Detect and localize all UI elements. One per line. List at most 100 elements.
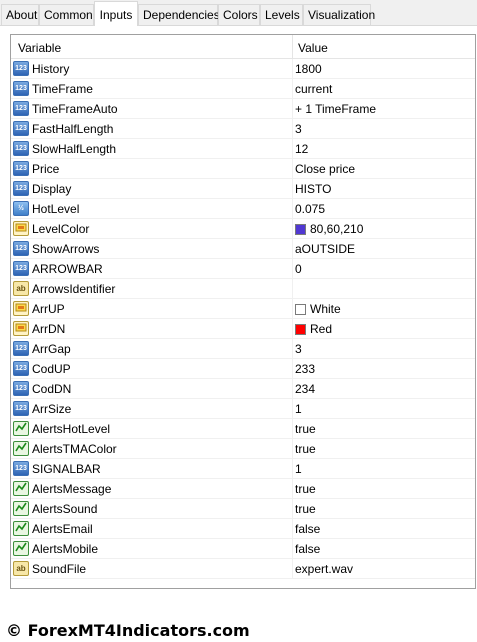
variable-name: AlertsTMAColor xyxy=(32,442,117,456)
column-divider[interactable] xyxy=(292,35,293,58)
value-text: 0 xyxy=(295,262,302,276)
table-row[interactable]: 123 FastHalfLength 3 xyxy=(11,119,475,139)
tab-levels[interactable]: Levels xyxy=(260,4,303,25)
variable-value[interactable]: true xyxy=(295,482,316,496)
table-row[interactable]: 123 History 1800 xyxy=(11,59,475,79)
cell-divider xyxy=(292,159,293,179)
variable-value[interactable]: expert.wav xyxy=(295,562,353,576)
table-row[interactable]: ArrDN Red xyxy=(11,319,475,339)
table-row[interactable]: ab ArrowsIdentifier xyxy=(11,279,475,299)
variable-value[interactable]: White xyxy=(295,302,341,316)
column-header-variable[interactable]: Variable xyxy=(18,41,61,55)
variable-value[interactable]: true xyxy=(295,422,316,436)
cell-divider xyxy=(292,339,293,359)
variable-value[interactable]: 80,60,210 xyxy=(295,222,363,236)
value-text: HISTO xyxy=(295,182,332,196)
boolean-icon xyxy=(13,421,29,436)
tab-visualization[interactable]: Visualization xyxy=(303,4,375,25)
variable-name: AlertsEmail xyxy=(32,522,93,536)
variable-value[interactable]: 12 xyxy=(295,142,308,156)
value-text: Red xyxy=(310,322,333,336)
variable-value[interactable]: 1 xyxy=(295,402,302,416)
table-row[interactable]: 123 Display HISTO xyxy=(11,179,475,199)
table-row[interactable]: 123 ArrGap 3 xyxy=(11,339,475,359)
integer-icon: 123 xyxy=(13,381,29,396)
variable-value[interactable]: 234 xyxy=(295,382,315,396)
value-text: 80,60,210 xyxy=(310,222,364,236)
table-row[interactable]: 123 ARROWBAR 0 xyxy=(11,259,475,279)
variable-value[interactable]: Red xyxy=(295,322,332,336)
boolean-icon xyxy=(13,541,29,556)
cell-divider xyxy=(292,279,293,299)
table-row[interactable]: ArrUP White xyxy=(11,299,475,319)
variable-value[interactable]: true xyxy=(295,442,316,456)
table-row[interactable]: AlertsHotLevel true xyxy=(11,419,475,439)
color-swatch[interactable] xyxy=(295,304,306,315)
cell-divider xyxy=(292,479,293,499)
color-swatch[interactable] xyxy=(295,224,306,235)
integer-icon: 123 xyxy=(13,161,29,176)
variable-value[interactable]: 1 xyxy=(295,462,302,476)
color-icon xyxy=(13,221,29,236)
variable-name: TimeFrameAuto xyxy=(32,102,118,116)
table-row[interactable]: AlertsMessage true xyxy=(11,479,475,499)
column-header-value[interactable]: Value xyxy=(298,41,328,55)
boolean-icon xyxy=(13,481,29,496)
value-text: expert.wav xyxy=(295,562,354,576)
table-row[interactable]: ab SoundFile expert.wav xyxy=(11,559,475,579)
tab-common[interactable]: Common xyxy=(39,4,94,25)
table-row[interactable]: 123 TimeFrame current xyxy=(11,79,475,99)
table-row[interactable]: AlertsTMAColor true xyxy=(11,439,475,459)
table-row[interactable]: AlertsEmail false xyxy=(11,519,475,539)
variable-value[interactable]: + 1 TimeFrame xyxy=(295,102,376,116)
tab-about[interactable]: About xyxy=(1,4,39,25)
table-row[interactable]: 123 CodUP 233 xyxy=(11,359,475,379)
variable-value[interactable]: HISTO xyxy=(295,182,331,196)
double-icon: ½ xyxy=(13,201,29,216)
table-row[interactable]: ½ HotLevel 0.075 xyxy=(11,199,475,219)
variable-name: AlertsHotLevel xyxy=(32,422,111,436)
watermark-text: © ForexMT4Indicators.com xyxy=(6,621,250,640)
variable-value[interactable]: 0.075 xyxy=(295,202,325,216)
variable-value[interactable]: false xyxy=(295,522,320,536)
table-row[interactable]: 123 TimeFrameAuto + 1 TimeFrame xyxy=(11,99,475,119)
integer-icon: 123 xyxy=(13,401,29,416)
cell-divider xyxy=(292,419,293,439)
table-row[interactable]: 123 Price Close price xyxy=(11,159,475,179)
color-swatch[interactable] xyxy=(295,324,306,335)
cell-divider xyxy=(292,119,293,139)
variable-value[interactable]: 233 xyxy=(295,362,315,376)
table-row[interactable]: AlertsSound true xyxy=(11,499,475,519)
table-row[interactable]: 123 ArrSize 1 xyxy=(11,399,475,419)
variable-value[interactable]: current xyxy=(295,82,332,96)
variable-name: Display xyxy=(32,182,72,196)
variable-value[interactable]: 0 xyxy=(295,262,302,276)
table-row[interactable]: 123 CodDN 234 xyxy=(11,379,475,399)
variable-value[interactable]: Close price xyxy=(295,162,355,176)
watermark-bar: © ForexMT4Indicators.com xyxy=(0,616,477,642)
cell-divider xyxy=(292,399,293,419)
cell-divider xyxy=(292,79,293,99)
variable-value[interactable]: true xyxy=(295,502,316,516)
table-row[interactable]: 123 SIGNALBAR 1 xyxy=(11,459,475,479)
boolean-icon xyxy=(13,501,29,516)
cell-divider xyxy=(292,219,293,239)
variable-value[interactable]: false xyxy=(295,542,320,556)
variable-value[interactable]: 3 xyxy=(295,342,302,356)
cell-divider xyxy=(292,459,293,479)
variable-value[interactable]: 1800 xyxy=(295,62,322,76)
variable-name: ShowArrows xyxy=(32,242,100,256)
variable-name: AlertsSound xyxy=(32,502,98,516)
table-row[interactable]: 123 SlowHalfLength 12 xyxy=(11,139,475,159)
table-row[interactable]: LevelColor 80,60,210 xyxy=(11,219,475,239)
cell-divider xyxy=(292,179,293,199)
tab-dependencies[interactable]: Dependencies xyxy=(138,4,220,25)
tab-inputs[interactable]: Inputs xyxy=(94,1,138,26)
variable-name: SlowHalfLength xyxy=(32,142,117,156)
integer-icon: 123 xyxy=(13,361,29,376)
table-row[interactable]: 123 ShowArrows aOUTSIDE xyxy=(11,239,475,259)
table-row[interactable]: AlertsMobile false xyxy=(11,539,475,559)
variable-value[interactable]: 3 xyxy=(295,122,302,136)
tab-colors[interactable]: Colors xyxy=(218,4,260,25)
variable-value[interactable]: aOUTSIDE xyxy=(295,242,355,256)
